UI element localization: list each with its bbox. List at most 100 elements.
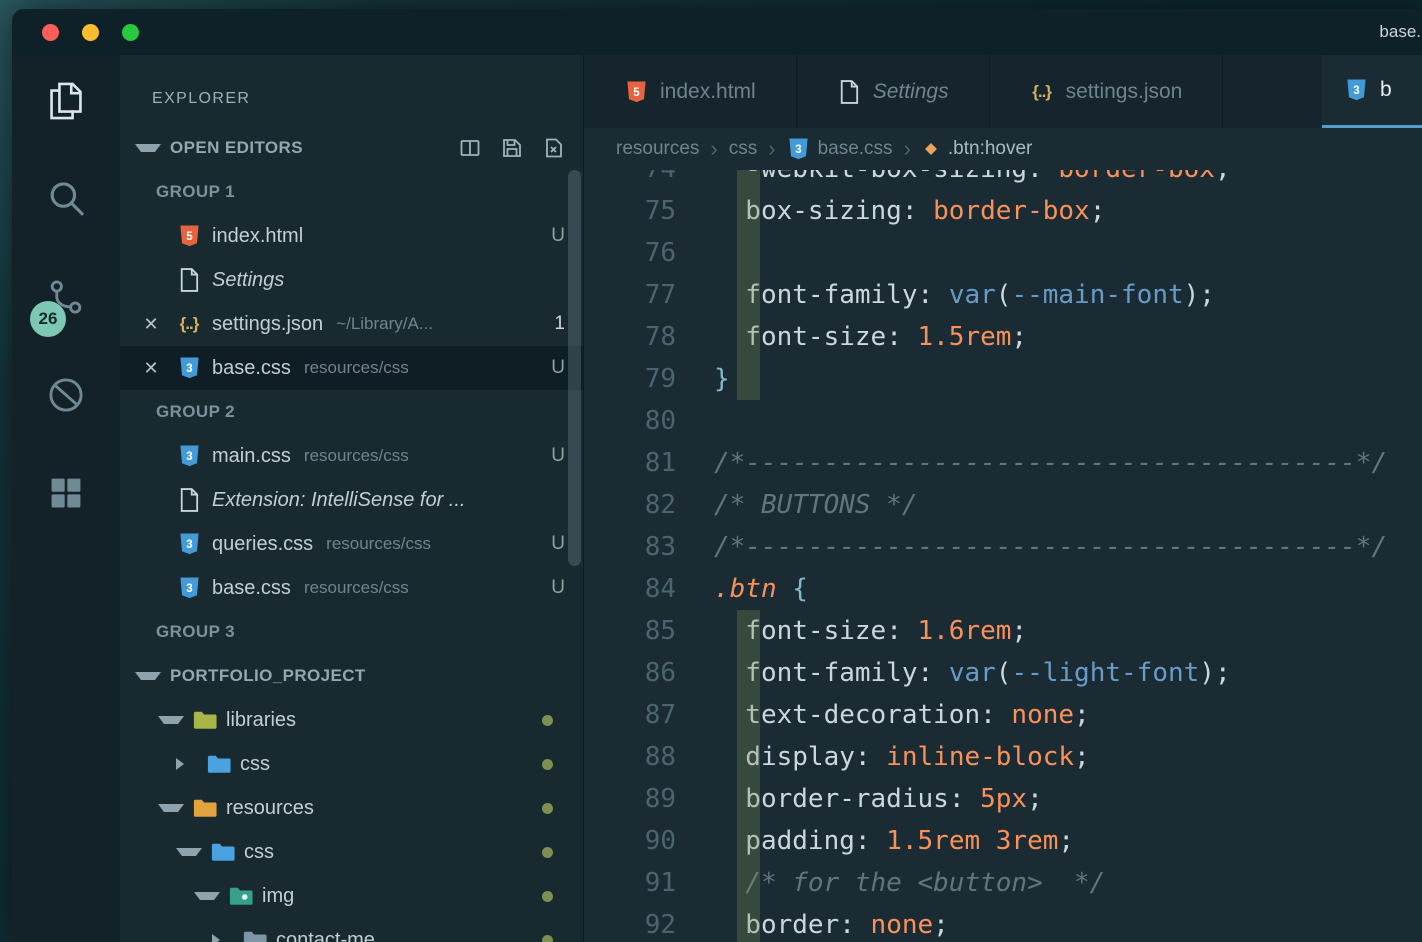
tab-b[interactable]: 3b [1322,55,1422,128]
close-window-button[interactable] [42,24,59,41]
open-editor-index.html[interactable]: 5index.htmlU [120,214,583,258]
modified-dot [542,759,553,770]
tree-label: img [262,885,294,908]
tab-label: settings.json [1066,80,1183,104]
code-line: 79} [584,358,1422,400]
tree-root-portfolio-project[interactable]: PORTFOLIO_PROJECT [120,654,583,698]
toggle-editor-layout-button[interactable] [457,135,483,161]
editor-body: resources›css›3base.css›.btn:hover 74 -w… [584,128,1422,942]
save-all-button[interactable] [499,135,525,161]
folder-icon [193,798,217,818]
tab-label: index.html [660,80,756,104]
svg-text:3: 3 [1353,85,1359,97]
folder-icon [193,710,217,730]
tab-settings.json[interactable]: {..}settings.json [990,55,1224,128]
code-line: 81/*------------------------------------… [584,442,1422,484]
close-editor-icon[interactable]: ✕ [136,314,166,335]
open-editor-main.css[interactable]: 3main.cssresources/cssU [120,434,583,478]
open-editors-header[interactable]: OPEN EDITORS [120,126,583,170]
minimize-window-button[interactable] [82,24,99,41]
line-content: box-sizing: border-box; [714,190,1422,232]
chevron-right-icon[interactable] [176,758,198,770]
open-editor-base.css[interactable]: 3base.cssresources/cssU [120,566,583,610]
line-content: text-decoration: none; [714,694,1422,736]
breadcrumb-label: resources [616,138,699,160]
status-badge: U [551,225,565,247]
zoom-window-button[interactable] [122,24,139,41]
line-number: 77 [584,274,676,316]
breadcrumb-.btn:hover[interactable]: .btn:hover [922,138,1033,160]
breadcrumb-resources[interactable]: resources [616,138,699,160]
tab-Settings[interactable]: Settings [797,55,990,128]
modified-line-indicator [737,610,760,652]
modified-line-indicator [737,358,760,400]
close-all-editors-button[interactable] [541,135,567,161]
breadcrumb-base.css[interactable]: 3base.css [787,137,893,161]
tab-label: Settings [873,80,949,104]
chevron-down-icon [135,672,161,680]
line-content: /* for the <button> */ [714,862,1422,904]
symbol-class-icon [922,140,940,158]
breadcrumb-separator-icon: › [709,138,718,160]
sidebar-explorer: EXPLORER OPEN EDITORS GROUP 15index.html… [120,55,584,942]
chevron-down-icon[interactable] [176,848,202,856]
activity-explorer[interactable] [44,81,88,125]
open-editors-group-label: GROUP 2 [120,390,583,434]
scm-count-badge: 26 [30,301,66,337]
modified-dot [542,847,553,858]
breadcrumb-label: .btn:hover [948,138,1033,160]
activity-extensions[interactable] [44,473,88,517]
chevron-down-icon[interactable] [194,892,220,900]
html-file-icon: 5 [177,224,201,248]
tab-index.html[interactable]: 5index.html [584,55,797,128]
editor-desc: resources/css [304,446,409,466]
line-content: font-size: 1.5rem; [714,316,1422,358]
chevron-down-icon[interactable] [158,716,184,724]
line-number: 86 [584,652,676,694]
activity-source-control[interactable]: 26 [44,277,88,321]
css-file-icon: 3 [1344,78,1368,102]
modified-dot [542,935,553,942]
chevron-right-icon[interactable] [212,934,234,942]
svg-text:3: 3 [186,539,192,551]
folder-icon [229,886,253,906]
line-content [714,400,1422,442]
tree-label: contact-me [276,929,375,942]
line-content: font-family: var(--light-font); [714,652,1422,694]
open-editor-base.css[interactable]: ✕3base.cssresources/cssU [120,346,583,390]
modified-line-indicator [737,694,760,736]
tree-item-css[interactable]: css [120,742,583,786]
tree-item-css[interactable]: css [120,830,583,874]
svg-text:5: 5 [186,231,193,243]
activity-search[interactable] [44,179,88,223]
modified-dot [542,803,553,814]
code-line: 75 box-sizing: border-box; [584,190,1422,232]
code-line: 89 border-radius: 5px; [584,778,1422,820]
tree-item-resources[interactable]: resources [120,786,583,830]
chevron-down-icon[interactable] [158,804,184,812]
status-badge: U [551,533,565,555]
editor-desc: resources/css [304,578,409,598]
line-number: 82 [584,484,676,526]
code-editor[interactable]: 74 -webkit-box-sizing: border-box;75 box… [584,148,1422,942]
sidebar-scrollbar[interactable] [568,170,581,566]
tree-item-libraries[interactable]: libraries [120,698,583,742]
open-editor-Settings[interactable]: Settings [120,258,583,302]
tree-label: css [244,841,274,864]
close-editor-icon[interactable]: ✕ [136,358,166,379]
css-icon: 3 [787,137,810,161]
open-editor-queries.css[interactable]: 3queries.cssresources/cssU [120,522,583,566]
editor-desc: ~/Library/A... [336,314,433,334]
code-line: 88 display: inline-block; [584,736,1422,778]
breadcrumb-css[interactable]: css [729,138,758,160]
open-editors-group-label: GROUP 3 [120,610,583,654]
tab-label: b [1380,78,1392,102]
line-number: 76 [584,232,676,274]
activity-debug[interactable] [44,375,88,419]
tree-item-contact-me[interactable]: contact-me [120,918,583,942]
css-file-icon: 3 [177,356,201,380]
tree-item-img[interactable]: img [120,874,583,918]
title-bar: base. [12,9,1422,55]
open-editor-settings.json[interactable]: ✕{..}settings.json~/Library/A...1 [120,302,583,346]
open-editor-Extension: IntelliSense for ...[interactable]: Extension: IntelliSense for ... [120,478,583,522]
